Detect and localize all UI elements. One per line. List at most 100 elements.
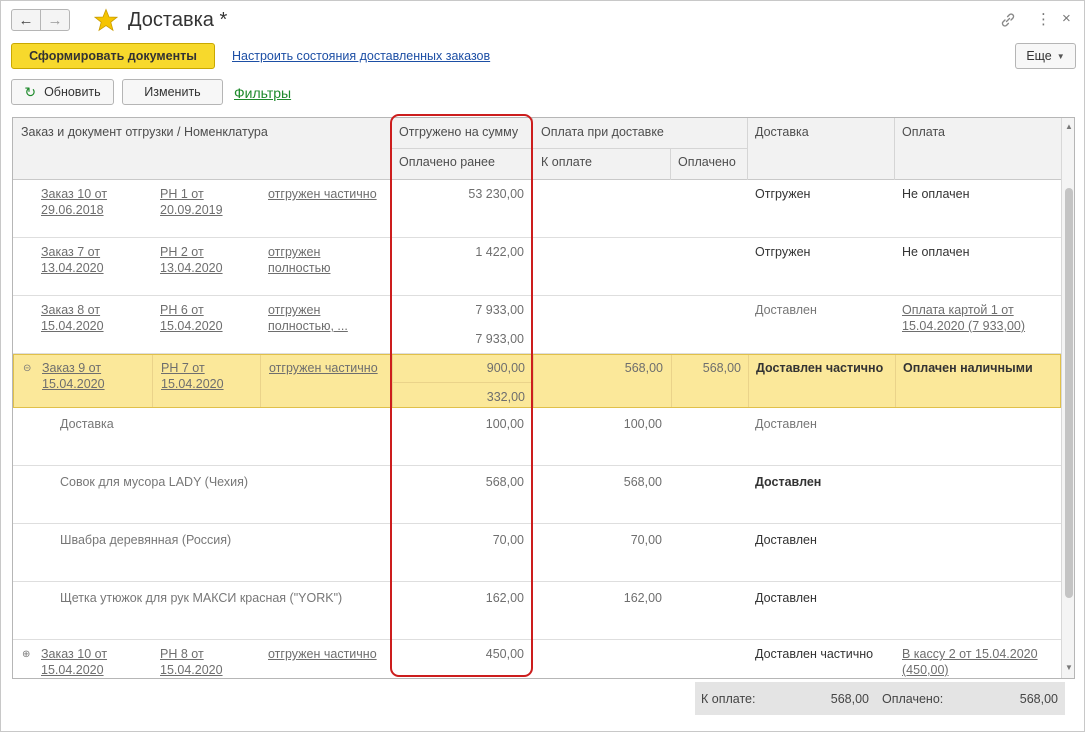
order-link[interactable]: Заказ 7 от 13.04.2020 bbox=[41, 244, 104, 276]
delivery-status: Доставлен bbox=[755, 303, 817, 317]
link-icon[interactable] bbox=[1000, 12, 1016, 28]
list-item[interactable]: Щетка утюжок для рук МАКСИ красная ("YOR… bbox=[13, 582, 1061, 640]
header-divider bbox=[391, 118, 392, 180]
cell-divider bbox=[392, 382, 533, 383]
more-button[interactable]: Еще ▼ bbox=[1015, 43, 1076, 69]
shipped-sum: 568,00 bbox=[485, 475, 524, 489]
shipped-sum: 450,00 bbox=[485, 647, 524, 661]
refresh-icon: ↻ bbox=[24, 83, 37, 100]
list-item[interactable]: Совок для мусора LADY (Чехия) 568,00 568… bbox=[13, 466, 1061, 524]
shipment-state-link[interactable]: отгружен полностью, ... bbox=[268, 302, 348, 334]
scrollbar-thumb[interactable] bbox=[1065, 188, 1073, 598]
payment-status: Не оплачен bbox=[902, 245, 970, 259]
delivery-status: Доставлен bbox=[755, 591, 817, 605]
to-pay: 568,00 bbox=[624, 361, 663, 375]
more-vertical-icon[interactable]: ⋮ bbox=[1036, 10, 1051, 28]
shipment-state-link[interactable]: отгружен частично bbox=[269, 360, 378, 376]
cell-divider bbox=[260, 355, 261, 407]
shipped-sum: 70,00 bbox=[492, 533, 524, 547]
payment-doc-link[interactable]: Оплата картой 1 от 15.04.2020 (7 933,00) bbox=[902, 302, 1025, 334]
order-link[interactable]: Заказ 8 от 15.04.2020 bbox=[41, 302, 104, 334]
title-bar: ← → Доставка * ⋮ × bbox=[1, 1, 1084, 39]
shipment-state-link[interactable]: отгружен полностью bbox=[268, 244, 330, 276]
to-pay: 162,00 bbox=[623, 591, 662, 605]
cell-divider bbox=[895, 355, 896, 407]
paid-before: 7 933,00 bbox=[475, 332, 524, 346]
list-item[interactable]: Доставка 100,00 100,00 Доставлен bbox=[13, 408, 1061, 466]
table-row[interactable]: Заказ 10 от 29.06.2018 РН 1 от 20.09.2019 … bbox=[13, 180, 1061, 238]
filters-link[interactable]: Фильтры bbox=[234, 85, 291, 101]
shipment-doc-link[interactable]: РН 7 от 15.04.2020 bbox=[161, 360, 224, 392]
shipment-doc-link[interactable]: РН 6 от 15.04.2020 bbox=[160, 302, 223, 334]
delivery-status: Доставлен bbox=[755, 417, 817, 431]
edit-button[interactable]: Изменить bbox=[122, 79, 223, 105]
header-to-pay[interactable]: К оплате bbox=[541, 155, 592, 169]
header-paid-before[interactable]: Оплачено ранее bbox=[399, 155, 495, 169]
delivery-status: Доставлен bbox=[755, 475, 822, 489]
scroll-up-icon[interactable]: ▲ bbox=[1065, 122, 1073, 131]
table-row[interactable]: ⊕ Заказ 10 от 15.04.2020 РН 8 от 15.04.202… bbox=[13, 640, 1061, 678]
refresh-label: Обновить bbox=[44, 85, 101, 99]
order-link[interactable]: Заказ 10 от 15.04.2020 bbox=[41, 646, 107, 678]
collapse-icon[interactable]: ⊝ bbox=[23, 361, 31, 377]
shipment-state-link[interactable]: отгружен частично bbox=[268, 186, 377, 202]
configure-states-link[interactable]: Настроить состояния доставленных заказов bbox=[232, 49, 490, 63]
table-row-selected[interactable]: ⊝ Заказ 9 от 15.04.2020 РН 7 от 15.04.2020… bbox=[13, 354, 1061, 408]
header-paid[interactable]: Оплачено bbox=[678, 155, 736, 169]
scroll-down-icon[interactable]: ▼ bbox=[1065, 663, 1073, 672]
back-arrow-icon: ← bbox=[18, 11, 34, 29]
window-title: Доставка * bbox=[128, 9, 228, 31]
shipment-state-link[interactable]: отгружен частично bbox=[268, 646, 377, 662]
expand-icon[interactable]: ⊕ bbox=[22, 647, 30, 663]
command-bar: Сформировать документы Настроить состоян… bbox=[1, 41, 1084, 71]
header-delivery[interactable]: Доставка bbox=[755, 125, 809, 139]
to-pay-total-value: 568,00 bbox=[830, 692, 869, 706]
header-divider bbox=[894, 118, 895, 180]
item-name: Доставка bbox=[60, 417, 114, 431]
shipped-sum: 162,00 bbox=[485, 591, 524, 605]
shipment-doc-link[interactable]: РН 2 от 13.04.2020 bbox=[160, 244, 223, 276]
item-name: Швабра деревянная (Россия) bbox=[60, 533, 232, 547]
shipped-sum: 1 422,00 bbox=[475, 245, 524, 259]
header-order-doc[interactable]: Заказ и документ отгрузки / Номенклатура bbox=[21, 125, 268, 139]
delivery-status: Доставлен частично bbox=[756, 361, 884, 375]
forward-button[interactable]: → bbox=[40, 9, 70, 31]
payment-doc-link[interactable]: В кассу 2 от 15.04.2020 (450,00) bbox=[902, 646, 1038, 678]
item-name: Совок для мусора LADY (Чехия) bbox=[60, 475, 249, 489]
header-cod[interactable]: Оплата при доставке bbox=[541, 125, 664, 139]
table-row[interactable]: Заказ 7 от 13.04.2020 РН 2 от 13.04.2020 о… bbox=[13, 238, 1061, 296]
paid: 568,00 bbox=[702, 361, 741, 375]
vertical-scrollbar[interactable]: ▲ ▼ bbox=[1061, 118, 1074, 678]
order-link[interactable]: Заказ 10 от 29.06.2018 bbox=[41, 186, 107, 218]
paid-before: 332,00 bbox=[486, 390, 525, 404]
order-link[interactable]: Заказ 9 от 15.04.2020 bbox=[42, 360, 105, 392]
close-icon[interactable]: × bbox=[1062, 10, 1071, 27]
to-pay: 70,00 bbox=[630, 533, 662, 547]
to-pay: 100,00 bbox=[623, 417, 662, 431]
shipped-sum: 100,00 bbox=[485, 417, 524, 431]
header-payment[interactable]: Оплата bbox=[902, 125, 945, 139]
cell-divider bbox=[533, 355, 534, 407]
create-documents-button[interactable]: Сформировать документы bbox=[11, 43, 215, 69]
cell-divider bbox=[152, 355, 153, 407]
back-button[interactable]: ← bbox=[11, 9, 41, 31]
shipped-sum: 7 933,00 bbox=[475, 303, 524, 317]
shipped-sum: 53 230,00 bbox=[468, 187, 524, 201]
to-pay: 568,00 bbox=[623, 475, 662, 489]
delivery-status: Доставлен bbox=[755, 533, 817, 547]
header-shipped-sum[interactable]: Отгружено на сумму bbox=[399, 125, 518, 139]
list-item[interactable]: Швабра деревянная (Россия) 70,00 70,00 Д… bbox=[13, 524, 1061, 582]
payment-status: Не оплачен bbox=[902, 187, 970, 201]
forward-arrow-icon: → bbox=[47, 11, 63, 29]
table-header: Заказ и документ отгрузки / Номенклатура… bbox=[13, 118, 1061, 180]
shipment-doc-link[interactable]: РН 1 от 20.09.2019 bbox=[160, 186, 223, 218]
shipment-doc-link[interactable]: РН 8 от 15.04.2020 bbox=[160, 646, 223, 678]
favorite-star-icon[interactable] bbox=[94, 8, 118, 32]
header-divider bbox=[391, 148, 747, 149]
refresh-button[interactable]: ↻ Обновить bbox=[11, 79, 114, 105]
shipped-sum: 900,00 bbox=[486, 361, 525, 375]
cell-divider bbox=[392, 355, 393, 407]
table-row[interactable]: Заказ 8 от 15.04.2020 РН 6 от 15.04.2020 о… bbox=[13, 296, 1061, 354]
header-divider bbox=[670, 149, 671, 180]
header-divider bbox=[747, 118, 748, 180]
